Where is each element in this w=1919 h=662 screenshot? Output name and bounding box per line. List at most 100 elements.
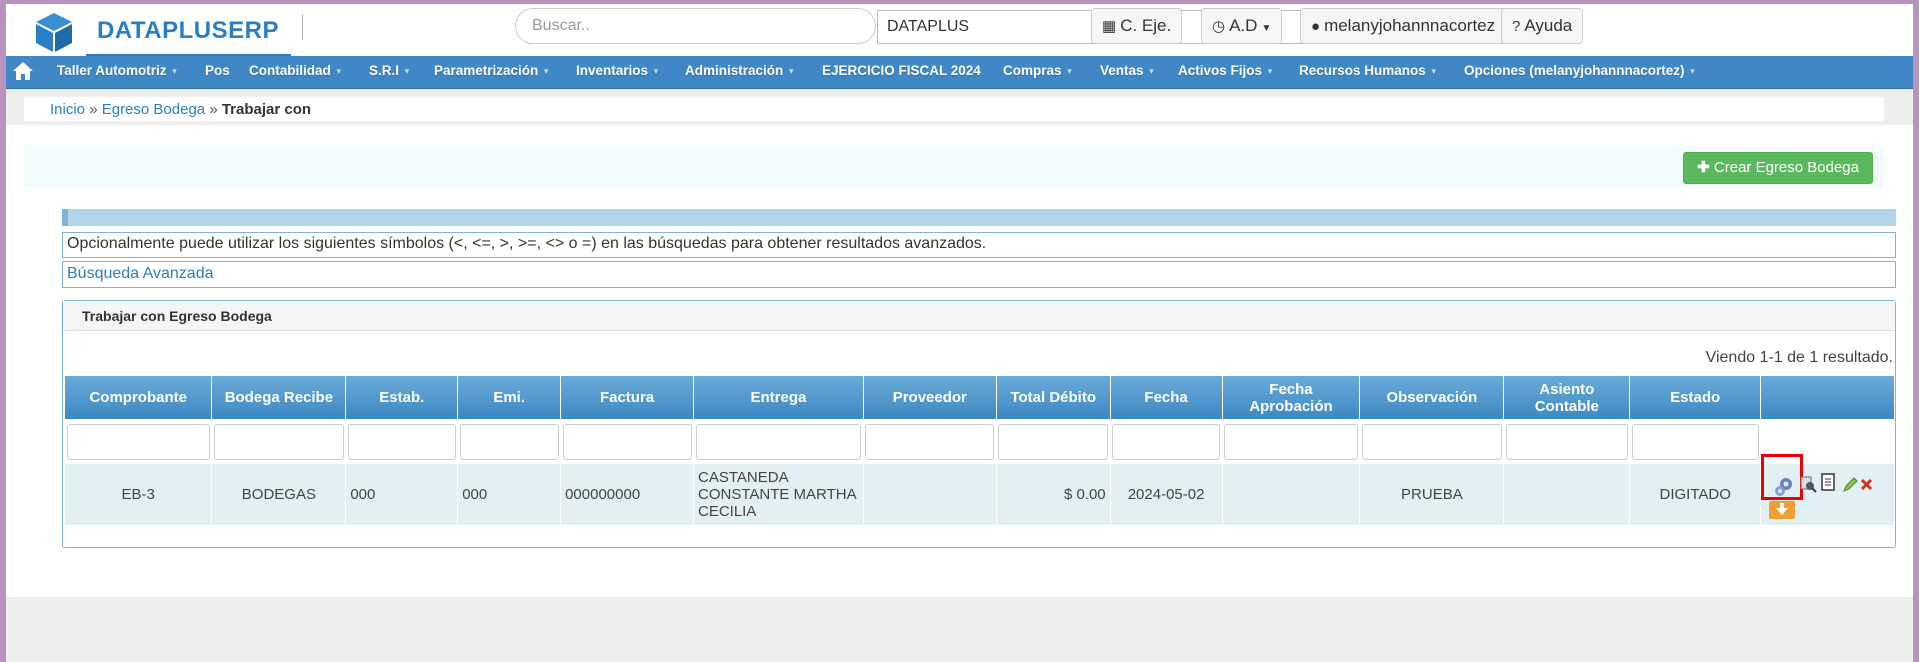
column-header-fecha-aprobacion[interactable]: Fecha Aprobación — [1222, 376, 1361, 419]
cell-observacion: PRUEBA — [1359, 464, 1505, 525]
breadcrumb: Inicio » Egreso Bodega » Trabajar con — [24, 97, 1884, 121]
advanced-search-link[interactable]: Búsqueda Avanzada — [67, 265, 214, 282]
results-summary: Viendo 1-1 de 1 resultado. — [1705, 349, 1893, 366]
cube-logo-icon[interactable] — [32, 10, 76, 54]
cell-factura: 000000000 — [560, 464, 694, 525]
plus-icon: ✚ — [1697, 159, 1710, 176]
column-header-comprobante[interactable]: Comprobante — [65, 376, 213, 419]
column-header-entrega[interactable]: Entrega — [693, 376, 864, 419]
ad-menu-label: A.D — [1229, 16, 1258, 35]
info-strip — [62, 209, 1896, 226]
nav-item-recursos-humanos[interactable]: Recursos Humanos ▼ — [1299, 63, 1438, 78]
header-divider — [302, 14, 303, 40]
nav-item-compras[interactable]: Compras ▼ — [1003, 63, 1073, 78]
filter-estab[interactable] — [347, 423, 456, 460]
filter-fecha[interactable] — [1112, 423, 1221, 460]
nav-item-pos[interactable]: Pos — [205, 63, 230, 78]
action-bar: ✚ Crear Egreso Bodega — [24, 146, 1884, 188]
filter-emi[interactable] — [459, 423, 559, 460]
cell-estado: DIGITADO — [1629, 464, 1762, 525]
user-menu-label: melanyjohannnacortez — [1324, 16, 1496, 35]
column-header-estab[interactable]: Estab. — [345, 376, 459, 419]
column-header-factura[interactable]: Factura — [560, 376, 694, 419]
nav-item-taller-automotriz[interactable]: Taller Automotriz ▼ — [57, 63, 178, 78]
filter-row — [65, 419, 1895, 464]
nav-item-ejercicio-fiscal[interactable]: EJERCICIO FISCAL 2024 — [822, 63, 981, 78]
breadcrumb-trail: Inicio » Egreso Bodega » Trabajar con — [50, 101, 311, 118]
column-header-asiento-contable[interactable]: Asiento Contable — [1503, 376, 1631, 419]
create-egreso-button[interactable]: ✚ Crear Egreso Bodega — [1683, 152, 1873, 184]
help-label: Ayuda — [1524, 16, 1573, 35]
column-header-proveedor[interactable]: Proveedor — [863, 376, 997, 419]
cell-entrega: CASTANEDA CONSTANTE MARTHA CECILIA — [693, 464, 864, 525]
cell-emi: 000 — [457, 464, 562, 525]
cell-bodega-recibe: BODEGAS — [211, 464, 347, 525]
home-icon[interactable] — [12, 60, 34, 82]
caret-down-icon: ▼ — [1261, 23, 1272, 34]
cell-asiento-contable — [1503, 464, 1631, 525]
filter-comprobante[interactable] — [67, 423, 210, 460]
search-input[interactable] — [515, 8, 876, 44]
filter-factura[interactable] — [562, 423, 692, 460]
edit-pencil-icon[interactable] — [1841, 476, 1859, 494]
breadcrumb-section-link[interactable]: Egreso Bodega — [102, 101, 205, 118]
column-header-total-debito[interactable]: Total Débito — [996, 376, 1111, 419]
panel-header: Trabajar con Egreso Bodega — [63, 301, 1895, 331]
search-hint: Opcionalmente puede utilizar los siguien… — [62, 232, 1896, 258]
help-button[interactable]: ? Ayuda — [1501, 8, 1584, 44]
filter-fecha-aprobacion[interactable] — [1224, 423, 1358, 460]
column-header-fecha[interactable]: Fecha — [1110, 376, 1223, 419]
cell-fecha-aprobacion — [1222, 464, 1361, 525]
question-circle-icon: ? — [1512, 18, 1521, 35]
nav-item-inventarios[interactable]: Inventarios ▼ — [576, 63, 660, 78]
nav-item-opciones[interactable]: Opciones (melanyjohannnacortez) ▼ — [1464, 63, 1696, 78]
nav-item-parametrizacion[interactable]: Parametrización ▼ — [434, 63, 550, 78]
filter-proveedor[interactable] — [865, 423, 995, 460]
nav-item-ventas[interactable]: Ventas ▼ — [1100, 63, 1155, 78]
clock-icon: ◷ — [1212, 18, 1226, 35]
ad-menu-button[interactable]: ◷ A.D ▼ — [1201, 8, 1283, 44]
filter-total-debito[interactable] — [998, 423, 1109, 460]
view-detail-icon[interactable] — [1799, 475, 1817, 493]
column-header-estado[interactable]: Estado — [1629, 376, 1762, 419]
column-header-emi[interactable]: Emi. — [457, 376, 562, 419]
results-panel: Trabajar con Egreso Bodega Viendo 1-1 de… — [62, 300, 1896, 548]
fiscal-year-label: C. Eje. — [1120, 16, 1172, 35]
download-icon[interactable] — [1769, 501, 1796, 519]
filter-entrega[interactable] — [695, 423, 862, 460]
breadcrumb-separator: » — [89, 101, 98, 118]
user-icon: ● — [1311, 18, 1321, 35]
user-menu-button[interactable]: ●melanyjohannnacortez▼ — [1300, 8, 1521, 44]
table-row[interactable]: EB-3 BODEGAS 000 000 000000000 CASTANEDA… — [65, 454, 1895, 525]
brand-name[interactable]: DATAPLUSERP — [97, 17, 279, 45]
nav-item-contabilidad[interactable]: Contabilidad ▼ — [249, 63, 343, 78]
advanced-search-box: Búsqueda Avanzada — [62, 261, 1896, 288]
cell-comprobante: EB-3 — [65, 464, 213, 525]
filter-estado[interactable] — [1631, 423, 1759, 460]
company-select-value: DATAPLUS — [887, 18, 970, 35]
filter-observacion[interactable] — [1361, 423, 1502, 460]
window-frame-right — [1913, 0, 1919, 662]
main-nav: Taller Automotriz ▼ Pos Contabilidad ▼ S.R… — [6, 56, 1913, 89]
cell-actions — [1760, 454, 1895, 525]
filter-asiento-contable[interactable] — [1505, 423, 1628, 460]
column-header-observacion[interactable]: Observación — [1359, 376, 1505, 419]
document-icon[interactable] — [1819, 473, 1837, 491]
column-header-bodega-recibe[interactable]: Bodega Recibe — [211, 376, 347, 419]
nav-item-activos-fijos[interactable]: Activos Fijos ▼ — [1178, 63, 1274, 78]
cell-total-debito: $ 0.00 — [996, 464, 1111, 525]
breadcrumb-home-link[interactable]: Inicio — [50, 101, 85, 118]
fiscal-year-button[interactable]: ▦ C. Eje. — [1091, 8, 1183, 44]
results-table: Comprobante Bodega Recibe Estab. Emi. Fa… — [65, 376, 1895, 525]
breadcrumb-separator: » — [209, 101, 218, 118]
gears-icon[interactable] — [1773, 476, 1795, 498]
nav-item-sri[interactable]: S.R.I ▼ — [369, 63, 411, 78]
breadcrumb-current: Trabajar con — [221, 101, 312, 118]
panel-title: Trabajar con Egreso Bodega — [82, 308, 272, 324]
delete-icon[interactable] — [1859, 477, 1874, 492]
column-header-actions — [1760, 376, 1895, 419]
nav-item-administracion[interactable]: Administración ▼ — [685, 63, 795, 78]
cell-proveedor — [863, 464, 997, 525]
filter-bodega-recibe[interactable] — [213, 423, 344, 460]
calendar-icon: ▦ — [1102, 18, 1117, 35]
